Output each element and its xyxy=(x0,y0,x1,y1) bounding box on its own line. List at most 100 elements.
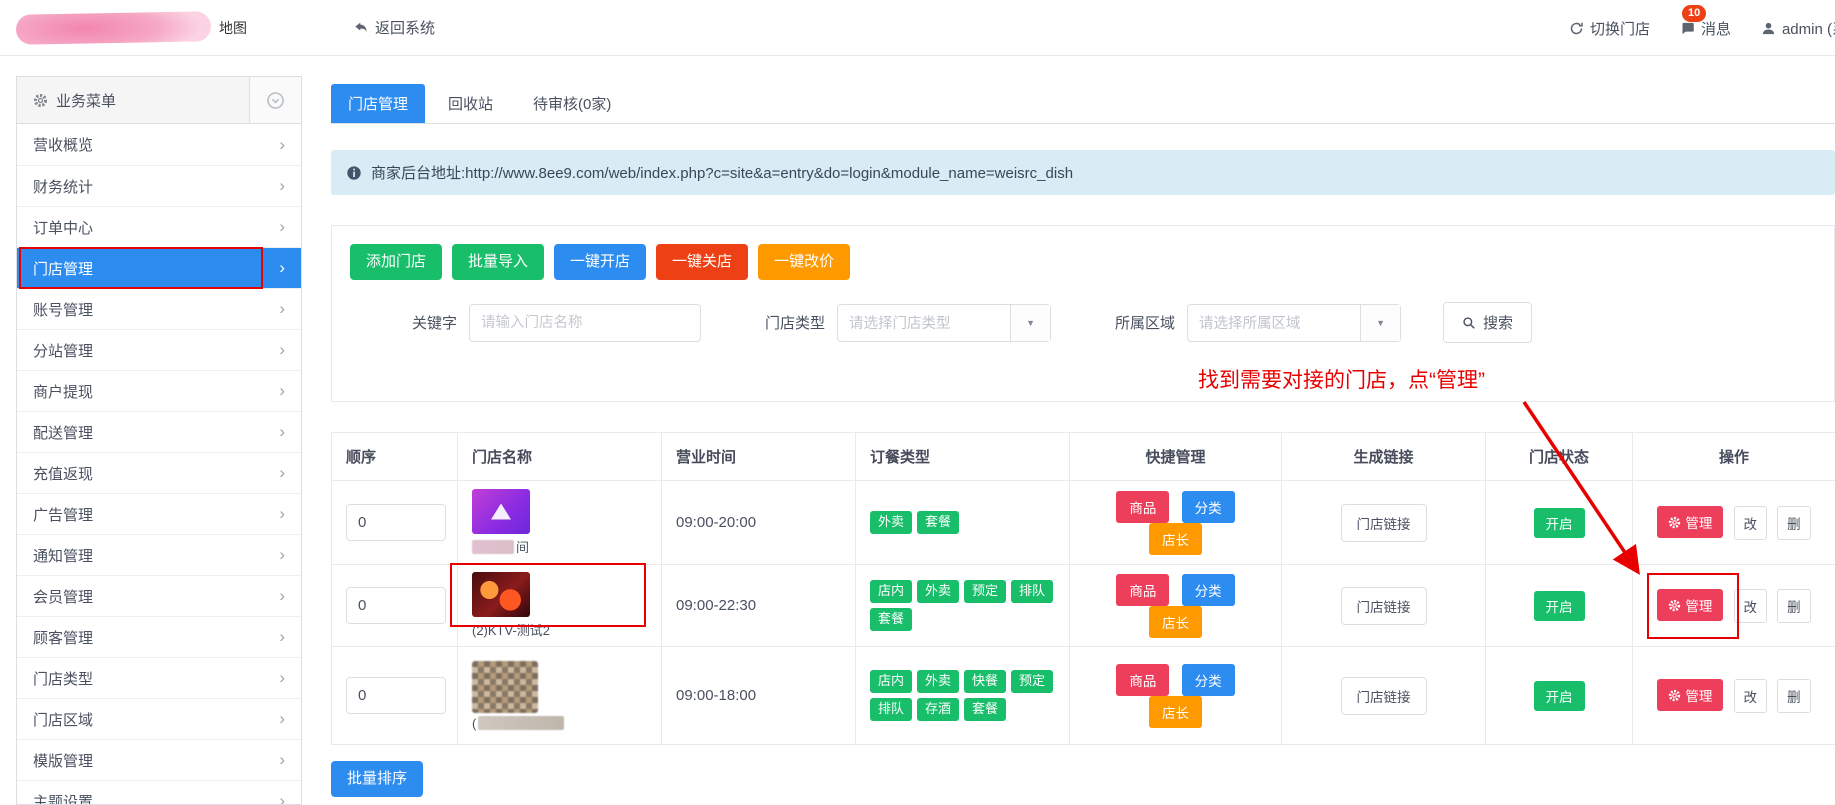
open-all-stores-button[interactable]: 一键开店 xyxy=(554,244,647,280)
sidebar-item-recharge-cashback[interactable]: 充值返现 › xyxy=(17,452,301,493)
sidebar-item-account-management[interactable]: 账号管理 › xyxy=(17,288,301,329)
store-manager-button[interactable]: 店长 xyxy=(1149,522,1202,555)
edit-button[interactable]: 改 xyxy=(1733,588,1767,623)
sidebar-title: 业务菜单 xyxy=(56,92,117,110)
chevron-down-icon: ▼ xyxy=(1010,304,1051,341)
sidebar-item-order-center[interactable]: 订单中心 › xyxy=(17,206,301,247)
edit-button[interactable]: 改 xyxy=(1733,678,1767,713)
delete-button[interactable]: 删 xyxy=(1777,505,1811,540)
store-row-2: (2)KTV-测试2 09:00-22:30 店内 外卖 预定 排队 套餐 xyxy=(331,563,1835,647)
order-type-tag: 套餐 xyxy=(964,698,1007,721)
chevron-right-icon: › xyxy=(279,422,285,441)
manage-button[interactable]: 管理 xyxy=(1657,589,1724,621)
change-price-button[interactable]: 一键改价 xyxy=(758,244,851,280)
sidebar: 业务菜单 营收概览 › 财务统计 › 订单中心 › 门店管理 › 账号管理 › 分站管理 ›… xyxy=(16,76,302,805)
chevron-right-icon: › xyxy=(279,134,285,154)
sidebar-item-store-management[interactable]: 门店管理 › xyxy=(17,247,301,289)
goods-button[interactable]: 商品 xyxy=(1116,573,1170,606)
store-manager-button[interactable]: 店长 xyxy=(1149,695,1202,728)
message-icon xyxy=(1682,22,1694,34)
sidebar-menu: 营收概览 › 财务统计 › 订单中心 › 门店管理 › 账号管理 › 分站管理 › 商户提现… xyxy=(17,124,301,804)
stores-table: 顺序 门店名称 营业时间 订餐类型 快捷管理 生成链接 门店状态 操作 0 间 … xyxy=(331,432,1835,745)
store-link-button[interactable]: 门店链接 xyxy=(1340,676,1427,715)
store-row-1: 间 09:00-20:00 外卖 套餐 商品 分类 店长 xyxy=(331,480,1835,565)
store-link-button[interactable]: 门店链接 xyxy=(1340,503,1427,542)
category-button[interactable]: 分类 xyxy=(1181,490,1235,523)
switch-store-link[interactable]: 切换门店 xyxy=(1569,18,1650,39)
status-badge: 开启 xyxy=(1533,680,1585,711)
delete-button[interactable]: 删 xyxy=(1777,588,1811,623)
sidebar-item-branch-management[interactable]: 分站管理 › xyxy=(17,329,301,370)
category-button[interactable]: 分类 xyxy=(1181,573,1235,606)
order-type-tag: 外卖 xyxy=(870,511,913,534)
business-hours: 09:00-22:30 xyxy=(676,597,757,614)
messages-link[interactable]: 10 消息 xyxy=(1680,4,1731,39)
sidebar-item-store-area[interactable]: 门店区域 › xyxy=(17,698,301,739)
batch-import-button[interactable]: 批量导入 xyxy=(452,244,545,280)
sidebar-item-delivery-management[interactable]: 配送管理 › xyxy=(17,411,301,452)
back-icon xyxy=(355,22,367,32)
order-input[interactable] xyxy=(346,587,446,624)
keyword-input[interactable] xyxy=(469,303,702,342)
manage-button[interactable]: 管理 xyxy=(1657,506,1724,538)
area-select[interactable]: 请选择所属区域 ▼ xyxy=(1187,303,1402,342)
order-type-tag: 外卖 xyxy=(917,670,960,693)
goods-button[interactable]: 商品 xyxy=(1116,490,1170,523)
keyword-label: 关键字 xyxy=(412,315,458,332)
sidebar-item-revenue-overview[interactable]: 营收概览 › xyxy=(17,124,301,165)
close-all-stores-button[interactable]: 一键关店 xyxy=(656,244,749,280)
sidebar-item-theme-settings[interactable]: 主题设置 › xyxy=(17,780,301,804)
tab-recycle-bin[interactable]: 回收站 xyxy=(431,84,510,123)
column-header-store-status: 门店状态 xyxy=(1485,432,1633,481)
gear-icon xyxy=(1669,599,1681,611)
edit-button[interactable]: 改 xyxy=(1733,505,1767,540)
chevron-right-icon: › xyxy=(279,750,285,769)
store-type-label: 门店类型 xyxy=(765,315,826,332)
column-header-actions: 操作 xyxy=(1632,432,1835,481)
messages-badge: 10 xyxy=(1681,4,1707,22)
sidebar-item-merchant-withdrawal[interactable]: 商户提现 › xyxy=(17,370,301,411)
chevron-right-icon: › xyxy=(279,299,285,318)
sidebar-collapse-button[interactable] xyxy=(249,77,301,123)
sidebar-item-notice-management[interactable]: 通知管理 › xyxy=(17,534,301,575)
gear-icon xyxy=(1669,516,1681,528)
chevron-right-icon: › xyxy=(279,504,285,523)
admin-menu[interactable]: admin (系统管 xyxy=(1761,18,1835,39)
back-to-system-link[interactable]: 返回系统 xyxy=(353,17,435,38)
store-type-select[interactable]: 请选择门店类型 ▼ xyxy=(837,303,1052,342)
sidebar-header: 业务菜单 xyxy=(17,77,301,124)
censored-store-name xyxy=(472,539,514,554)
sidebar-item-member-management[interactable]: 会员管理 › xyxy=(17,575,301,616)
delete-button[interactable]: 删 xyxy=(1777,678,1811,713)
store-toolbar: 添加门店 批量导入 一键开店 一键关店 一键改价 xyxy=(350,244,1816,280)
info-bar: 商家后台地址:http://www.8ee9.com/web/index.php… xyxy=(331,150,1835,195)
search-button[interactable]: 搜索 xyxy=(1443,302,1533,343)
goods-button[interactable]: 商品 xyxy=(1116,663,1170,696)
store-row-3: ( 09:00-18:00 店内 外卖 快餐 预定 排队 存酒 套餐 xyxy=(331,646,1835,745)
manage-button[interactable]: 管理 xyxy=(1657,679,1724,711)
category-button[interactable]: 分类 xyxy=(1181,663,1235,696)
store-manager-button[interactable]: 店长 xyxy=(1149,605,1202,638)
sidebar-item-finance-statistics[interactable]: 财务统计 › xyxy=(17,165,301,206)
sidebar-item-store-type[interactable]: 门店类型 › xyxy=(17,657,301,698)
tab-pending-review[interactable]: 待审核(0家) xyxy=(516,84,628,123)
area-label: 所属区域 xyxy=(1115,315,1176,332)
sidebar-item-customer-management[interactable]: 顾客管理 › xyxy=(17,616,301,657)
tab-store-management[interactable]: 门店管理 xyxy=(331,84,426,123)
sidebar-item-ad-management[interactable]: 广告管理 › xyxy=(17,493,301,534)
user-icon xyxy=(1762,22,1775,34)
order-input[interactable] xyxy=(346,504,446,541)
main-content: 门店管理 回收站 待审核(0家) 商家后台地址:http://www.8ee9.… xyxy=(331,56,1835,797)
store-link-button[interactable]: 门店链接 xyxy=(1340,586,1427,625)
add-store-button[interactable]: 添加门店 xyxy=(350,244,443,280)
refresh-icon xyxy=(1570,22,1583,34)
sidebar-item-template-management[interactable]: 模版管理 › xyxy=(17,739,301,780)
order-type-tag: 套餐 xyxy=(917,511,960,534)
chevron-right-icon: › xyxy=(279,668,285,687)
chevron-right-icon: › xyxy=(279,627,285,646)
gear-icon xyxy=(33,93,48,107)
chevron-right-icon: › xyxy=(279,545,285,564)
order-input[interactable] xyxy=(346,677,446,714)
batch-sort-button[interactable]: 批量排序 xyxy=(331,761,424,797)
chevron-right-icon: › xyxy=(279,340,285,359)
